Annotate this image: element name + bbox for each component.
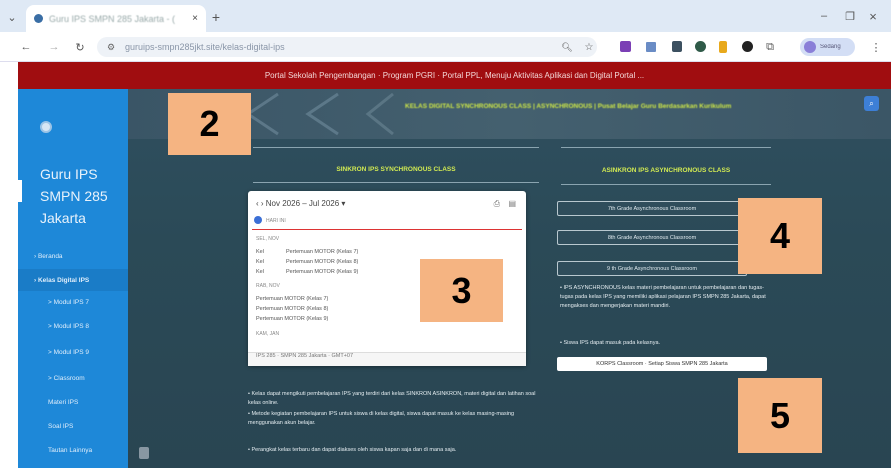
url-input[interactable]: guruips-smpn285jkt.site/kelas-digital-ip… [97, 37, 597, 57]
extension-black-icon[interactable] [742, 41, 753, 52]
divider [253, 147, 539, 148]
site-logo-icon [40, 121, 52, 133]
page-left-margin [0, 62, 18, 468]
sidebar-active-indicator [18, 180, 22, 202]
date-label-1: SEL, NOV [256, 236, 280, 242]
back-icon[interactable]: ← [18, 39, 34, 55]
sidebar-item-modul-8[interactable]: > Modul IPS 8 [18, 315, 128, 337]
search-icon[interactable]: ⌕ [864, 96, 879, 111]
scroll-top-icon[interactable] [139, 447, 149, 459]
sidebar: Guru IPS SMPN 285 Jakarta › Beranda › Ke… [18, 89, 128, 468]
sidebar-item-beranda[interactable]: › Beranda [18, 245, 128, 267]
site-title-line-1: Guru IPS [40, 166, 98, 182]
extensions-puzzle-icon[interactable]: ⧉ [763, 39, 777, 55]
zoom-icon[interactable]: 🔍︎ [560, 39, 574, 55]
calendar-event[interactable]: Kel Pertemuan MOTOR (Kelas 7) [256, 249, 358, 255]
favicon-icon [34, 14, 43, 23]
sidebar-item-kelas-digital[interactable]: › Kelas Digital IPS [18, 269, 128, 291]
grade-9-async-button[interactable]: 9 th Grade Asynchronous Classroom [557, 261, 747, 276]
divider [253, 182, 539, 183]
chevron-down-icon[interactable]: ▾ [341, 199, 345, 208]
tab-close-icon[interactable]: × [192, 13, 198, 24]
browser-tab[interactable]: Guru IPS SMPN 285 Jakarta - ( × [26, 5, 206, 32]
overlay-label-2: 2 [168, 93, 251, 155]
minimize-icon[interactable]: – [817, 9, 831, 23]
browser-menu-icon[interactable]: ⋮ [870, 39, 882, 55]
info-bullet: • Metode kegiatan pembelajaran IPS untuk… [248, 411, 515, 426]
maximize-icon[interactable]: ❐ [843, 9, 857, 23]
header-marquee: KELAS DIGITAL SYNCHRONOUS CLASS | ASYNCH… [405, 103, 732, 110]
calendar-event[interactable]: Kel Pertemuan MOTOR (Kelas 8) [256, 259, 358, 265]
asynchronous-heading: ASINKRON IPS ASYNCHRONOUS CLASS [601, 167, 731, 174]
grade-7-async-button[interactable]: 7th Grade Asynchronous Classroom [557, 201, 747, 216]
site-title: Guru IPS SMPN 285 Jakarta [40, 163, 108, 229]
close-window-icon[interactable]: × [866, 9, 880, 24]
calendar-event[interactable]: Pertemuan MOTOR (Kelas 8) [256, 306, 328, 312]
extension-purple-icon[interactable] [620, 41, 631, 52]
reload-icon[interactable]: ↻ [72, 39, 88, 55]
overlay-label-5: 5 [738, 378, 822, 453]
bookmark-star-icon[interactable]: ☆ [582, 39, 596, 55]
calendar-footer: IPS 285 · SMPN 285 Jakarta · GMT+07 [256, 353, 354, 359]
now-line [252, 229, 522, 230]
extension-dark-icon[interactable] [672, 41, 682, 52]
today-dot-icon [254, 216, 262, 224]
synchronous-heading: SINKRON IPS SYNCHRONOUS CLASS [336, 166, 456, 173]
calendar-view-icon[interactable]: ▤ [508, 199, 516, 208]
async-description: • IPS ASYNCHRONOUS kelas materi pembelaj… [560, 285, 766, 309]
extension-yellow-icon[interactable] [719, 41, 727, 53]
divider [561, 147, 771, 148]
async-note: • Siswa IPS dapat masuk pada kelasnya. [560, 340, 661, 346]
extension-blue-icon[interactable] [646, 42, 656, 52]
classroom-link-button[interactable]: KORPS Classroom · Setiap Siswa SMPN 285 … [557, 357, 767, 371]
sidebar-item-tautan[interactable]: Tautan Lainnya [18, 439, 128, 461]
overlay-label-4: 4 [738, 198, 822, 274]
calendar-event[interactable]: Kel Pertemuan MOTOR (Kelas 9) [256, 269, 358, 275]
divider [561, 184, 771, 185]
date-label-3: KAM, JAN [256, 331, 280, 337]
sidebar-item-classroom[interactable]: > Classroom [18, 367, 128, 389]
profile-button[interactable]: Sedang [800, 38, 855, 56]
calendar-event[interactable]: Pertemuan MOTOR (Kelas 7) [256, 296, 328, 302]
info-bullet: • Perangkat kelas terbaru dan dapat diak… [248, 447, 457, 453]
profile-label: Sedang [820, 44, 841, 50]
extension-green-icon[interactable] [695, 41, 706, 52]
today-label: HARI INI [266, 218, 286, 224]
sidebar-item-modul-7[interactable]: > Modul IPS 7 [18, 291, 128, 313]
overlay-label-3: 3 [420, 259, 503, 322]
date-label-2: RAB, NOV [256, 283, 280, 289]
forward-icon[interactable]: → [46, 39, 62, 55]
tab-list-icon[interactable]: ⌄ [4, 9, 20, 25]
new-tab-icon[interactable]: + [208, 9, 224, 25]
sidebar-item-soal[interactable]: Soal IPS [18, 415, 128, 437]
tab-title: Guru IPS SMPN 285 Jakarta - ( [49, 13, 176, 24]
calendar-event[interactable]: Pertemuan MOTOR (Kelas 9) [256, 316, 328, 322]
announcement-banner: Portal Sekolah Pengembangan · Program PG… [18, 62, 891, 89]
grade-8-async-button[interactable]: 8th Grade Asynchronous Classroom [557, 230, 747, 245]
sidebar-item-materi[interactable]: Materi IPS [18, 391, 128, 413]
info-bullet: • Kelas dapat mengikuti pembelajaran IPS… [248, 391, 536, 406]
print-icon[interactable]: ⎙ [494, 199, 500, 209]
site-title-line-3: Jakarta [40, 210, 86, 226]
site-info-icon[interactable]: ⚙ [105, 40, 117, 54]
sidebar-item-modul-9[interactable]: > Modul IPS 9 [18, 341, 128, 363]
avatar [804, 41, 816, 53]
calendar-range[interactable]: Nov 2026 – Jul 2026 [266, 199, 339, 208]
site-title-line-2: SMPN 285 [40, 188, 108, 204]
calendar-header: ‹ › Nov 2026 – Jul 2026 ▾ [256, 199, 345, 208]
